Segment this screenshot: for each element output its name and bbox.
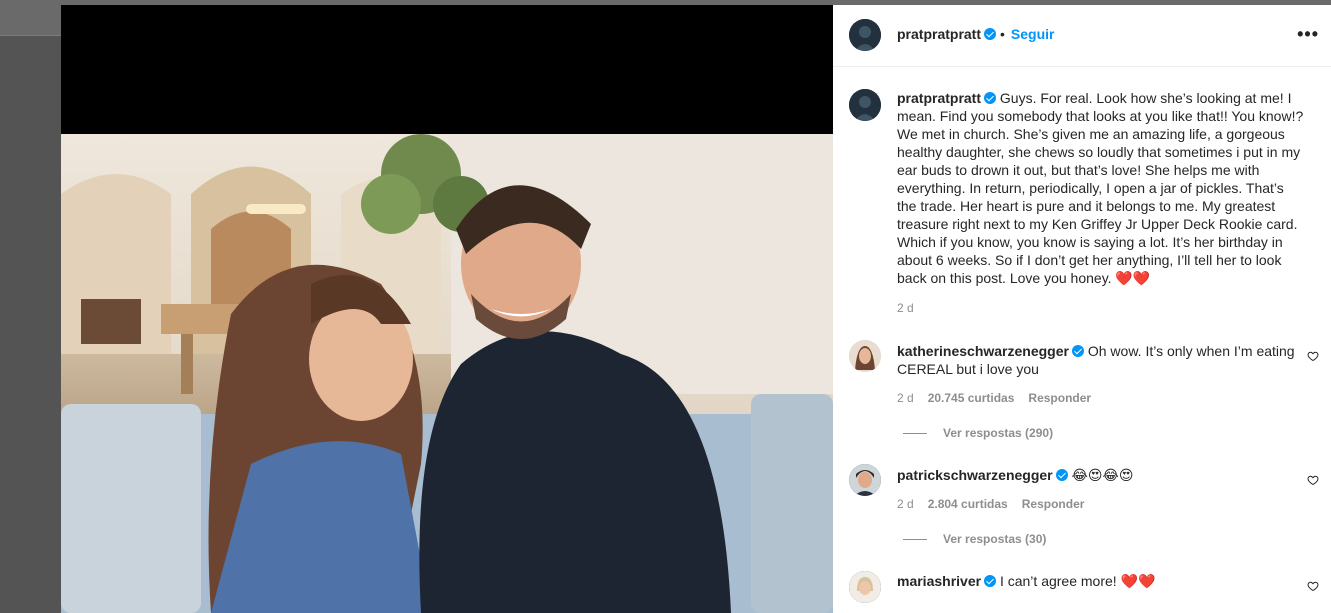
follow-button[interactable]: Seguir	[1011, 26, 1055, 42]
view-replies-label: Ver respostas (30)	[943, 532, 1047, 546]
post-panel: pratpratpratt • Seguir ••• pratpratpratt G…	[833, 5, 1331, 613]
replies-dash	[903, 539, 927, 541]
post-header: pratpratpratt • Seguir •••	[833, 5, 1331, 67]
comment-avatar-image	[849, 464, 881, 496]
comment-likes[interactable]: 20.745 curtidas	[928, 391, 1015, 405]
comment-avatar[interactable]	[849, 571, 881, 603]
comment-avatar[interactable]	[849, 340, 881, 372]
background-page	[0, 36, 61, 613]
comment-username[interactable]: mariashriver	[897, 573, 981, 589]
post-photo[interactable]	[61, 134, 833, 613]
separator-dot: •	[1000, 26, 1005, 42]
caption-text: Guys. For real. Look how she’s looking a…	[897, 90, 1304, 286]
post-modal: pratpratpratt • Seguir ••• pratpratpratt G…	[61, 5, 1331, 613]
post-caption: pratpratpratt Guys. For real. Look how s…	[897, 89, 1307, 287]
comment-username[interactable]: patrickschwarzenegger	[897, 467, 1053, 483]
author-username[interactable]: pratpratpratt	[897, 26, 981, 42]
comment-username[interactable]: katherineschwarzenegger	[897, 343, 1069, 359]
like-heart-icon[interactable]	[1307, 580, 1319, 592]
comment-time: 2 d	[897, 497, 914, 511]
comment-avatar[interactable]	[849, 464, 881, 496]
caption-avatar[interactable]	[849, 89, 881, 121]
caption-avatar-image	[849, 89, 881, 121]
post-media	[61, 5, 833, 613]
replies-dash	[903, 433, 927, 435]
photo-illustration	[61, 134, 833, 613]
view-replies-button[interactable]: Ver respostas (290)	[903, 426, 1053, 440]
comment: katherineschwarzenegger Oh wow. It’s onl…	[897, 342, 1307, 378]
reply-button[interactable]: Responder	[1028, 391, 1091, 405]
comment-avatar-image	[849, 571, 881, 603]
like-heart-icon[interactable]	[1307, 474, 1319, 486]
verified-icon	[984, 92, 997, 104]
comment-likes[interactable]: 2.804 curtidas	[928, 497, 1008, 511]
comment-meta: 2 d 2.804 curtidas Responder	[897, 497, 1084, 511]
verified-icon	[984, 575, 997, 587]
comment: patrickschwarzenegger 😂😍😂😍	[897, 466, 1307, 485]
view-replies-button[interactable]: Ver respostas (30)	[903, 532, 1046, 546]
comment-time: 2 d	[897, 391, 914, 405]
author-avatar[interactable]	[849, 19, 881, 51]
comment-body: I can’t agree more! ❤️❤️	[999, 573, 1156, 589]
comment-meta: 2 d 20.745 curtidas Responder	[897, 391, 1091, 405]
verified-icon	[984, 28, 997, 40]
view-replies-label: Ver respostas (290)	[943, 426, 1054, 440]
caption-time: 2 d	[897, 301, 914, 315]
comment: mariashriver I can’t agree more! ❤️❤️	[897, 572, 1307, 590]
reply-button[interactable]: Responder	[1022, 497, 1085, 511]
like-heart-icon[interactable]	[1307, 350, 1319, 362]
verified-icon	[1071, 345, 1084, 357]
comment-avatar-image	[849, 340, 881, 372]
more-options-icon[interactable]: •••	[1297, 25, 1319, 43]
author-avatar-image	[849, 19, 881, 51]
caption-username[interactable]: pratpratpratt	[897, 90, 981, 106]
comment-body: 😂😍😂😍	[1071, 468, 1134, 484]
verified-icon	[1055, 469, 1068, 481]
